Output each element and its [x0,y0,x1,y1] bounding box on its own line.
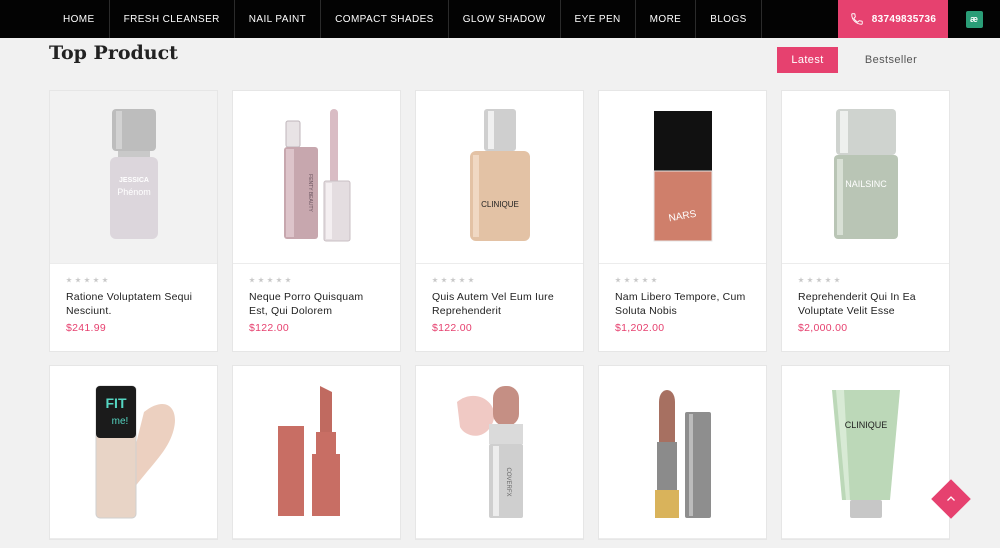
product-image[interactable] [233,366,400,539]
star-icon [93,277,99,283]
star-icon [84,277,90,283]
nav-glow-shadow[interactable]: GLOW SHADOW [449,0,561,38]
product-price: $1,202.00 [615,322,665,334]
star-icon [450,277,456,283]
star-icon [102,277,108,283]
nav-nail-paint[interactable]: NAIL PAINT [235,0,322,38]
clinique-tube-label: CLINIQUE [844,420,887,430]
star-icon [459,277,465,283]
product-image[interactable]: JESSICA Phénom [50,91,217,264]
product-name[interactable]: Neque Porro Quisquam Est, Qui Dolorem [249,290,384,318]
nav-more[interactable]: MORE [636,0,697,38]
covfx-label: COVERFX [505,467,511,496]
star-icon [75,277,81,283]
fitme-top-label: FIT [105,395,126,411]
product-image[interactable]: COVERFX [416,366,583,539]
star-icon [642,277,648,283]
product-card[interactable]: FIT me! [49,365,218,540]
product-card[interactable]: NAILSINC Reprehenderit Qui In Ea Volupta… [781,90,950,352]
clinique-label: CLINIQUE [481,200,519,209]
nav-eye-pen[interactable]: EYE PEN [561,0,636,38]
rating-stars [249,277,384,283]
product-card[interactable]: CLINIQUE [781,365,950,540]
brand-logo: æ [965,10,983,28]
star-icon [834,277,840,283]
fitme-bottom-label: me! [111,416,128,427]
tab-latest[interactable]: Latest [777,47,838,73]
product-card[interactable]: COVERFX [415,365,584,540]
lipstick-image [277,386,340,516]
star-icon [816,277,822,283]
star-icon [285,277,291,283]
star-icon [258,277,264,283]
product-card[interactable]: CLINIQUE Quis Autem Vel Eum Iure Reprehe… [415,90,584,352]
highlighter-stick-image: COVERFX [456,386,523,518]
star-icon [651,277,657,283]
star-icon [66,277,72,283]
product-image[interactable]: CLINIQUE [782,366,949,539]
rating-stars [615,277,750,283]
lipstick-gold-image [654,390,711,518]
tab-bestseller[interactable]: Bestseller [857,47,925,73]
nav-blogs[interactable]: BLOGS [696,0,762,38]
jessica-line-text: Phénom [117,187,151,197]
phone-number: 83749835736 [871,13,937,25]
star-icon [249,277,255,283]
star-icon [468,277,474,283]
product-card[interactable]: JESSICA Phénom Ratione Voluptatem Sequi … [49,90,218,352]
chevron-up-icon [947,496,955,501]
fenty-label: FENTY BEAUTY [307,174,313,212]
product-card[interactable]: FENTY BEAUTY Neque Porro Quisquam Est, Q… [232,90,401,352]
product-image[interactable]: NAILSINC [782,91,949,264]
nav-home[interactable]: HOME [0,0,110,38]
product-name[interactable]: Nam Libero Tempore, Cum Soluta Nobis [615,290,750,318]
product-image[interactable]: NARS [599,91,766,264]
star-icon [825,277,831,283]
star-icon [441,277,447,283]
cleanser-tube-image: CLINIQUE [831,390,900,518]
product-price: $2,000.00 [798,322,848,334]
nav-compact-shades[interactable]: COMPACT SHADES [321,0,449,38]
product-price: $241.99 [66,322,107,334]
jessica-brand-text: JESSICA [119,177,149,184]
product-image[interactable]: FIT me! [50,366,217,539]
star-icon [624,277,630,283]
star-icon [276,277,282,283]
product-card[interactable] [598,365,767,540]
section-title: Top Product [49,42,178,64]
top-navigation: HOME FRESH CLEANSER NAIL PAINT COMPACT S… [0,0,1000,38]
product-price: $122.00 [432,322,473,334]
foundation-image: CLINIQUE [469,109,530,241]
product-image[interactable]: FENTY BEAUTY [233,91,400,264]
lip-gloss-image: FENTY BEAUTY [283,109,350,242]
foundation-fitme-image: FIT me! [95,385,175,519]
star-icon [807,277,813,283]
rating-stars [432,277,567,283]
phone-contact[interactable]: 83749835736 [838,0,948,38]
product-price: $122.00 [249,322,290,334]
rating-stars [66,277,201,283]
brand-logo-box[interactable]: æ [948,0,1000,38]
nav-fresh-cleanser[interactable]: FRESH CLEANSER [110,0,235,38]
product-image[interactable] [599,366,766,539]
phone-icon [851,13,863,25]
star-icon [432,277,438,283]
star-icon [267,277,273,283]
product-name[interactable]: Reprehenderit Qui In Ea Voluptate Velit … [798,290,933,318]
star-icon [633,277,639,283]
product-name[interactable]: Quis Autem Vel Eum Iure Reprehenderit [432,290,567,318]
product-image[interactable]: CLINIQUE [416,91,583,264]
nail-polish-image: NAILSINC [833,109,898,239]
star-icon [798,277,804,283]
blush-image: NARS [653,111,712,242]
product-card[interactable]: NARS Nam Libero Tempore, Cum Soluta Nobi… [598,90,767,352]
star-icon [615,277,621,283]
nailsinc-label: NAILSINC [845,179,887,189]
product-card[interactable] [232,365,401,540]
nail-polish-image: JESSICA Phénom [109,109,158,239]
rating-stars [798,277,933,283]
product-name[interactable]: Ratione Voluptatem Sequi Nesciunt. [66,290,201,318]
